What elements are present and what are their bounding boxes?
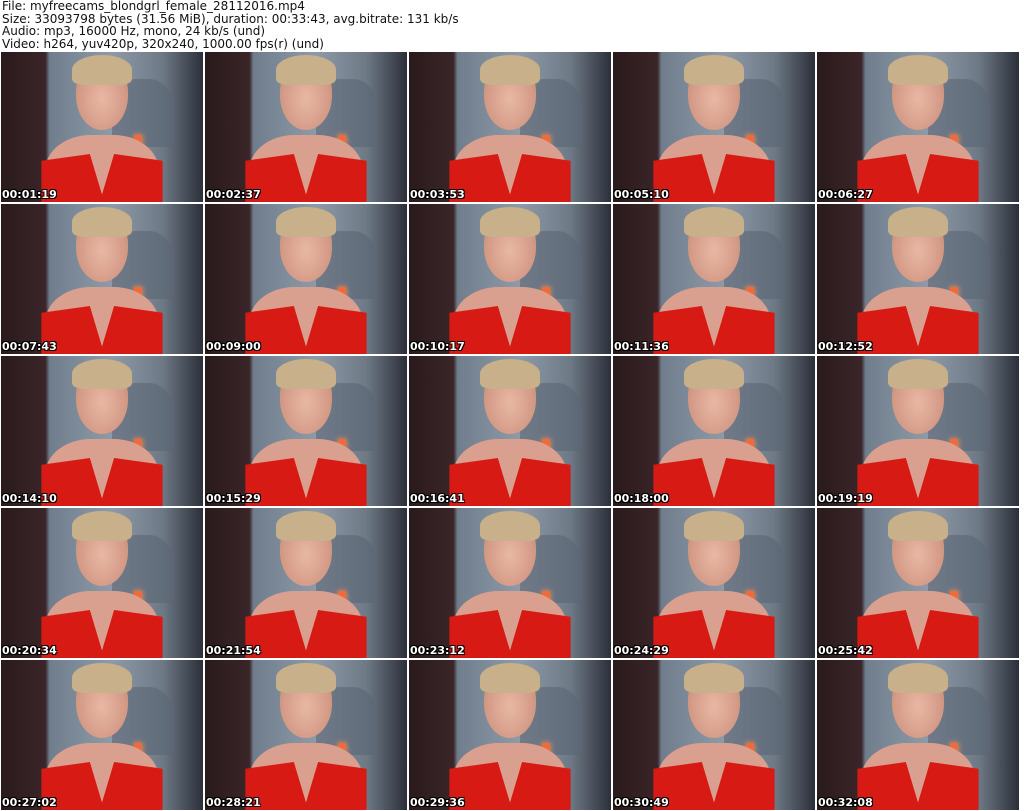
- frame-timestamp: 00:20:34: [2, 644, 57, 657]
- person-hair: [71, 663, 133, 693]
- person-hair: [275, 663, 337, 693]
- video-frame-thumbnail: 00:24:29: [613, 508, 815, 658]
- video-frame-thumbnail: 00:07:43: [1, 204, 203, 354]
- frame-timestamp: 00:30:49: [614, 796, 669, 809]
- frame-timestamp: 00:25:42: [818, 644, 873, 657]
- frame-timestamp: 00:28:21: [206, 796, 261, 809]
- frame-timestamp: 00:05:10: [614, 188, 669, 201]
- person-hair: [275, 55, 337, 85]
- frame-timestamp: 00:19:19: [818, 492, 873, 505]
- video-frame-thumbnail: 00:20:34: [1, 508, 203, 658]
- frame-timestamp: 00:27:02: [2, 796, 57, 809]
- audio-info: Audio: mp3, 16000 Hz, mono, 24 kb/s (und…: [2, 24, 266, 38]
- video-frame-thumbnail: 00:25:42: [817, 508, 1019, 658]
- video-frame-thumbnail: 00:09:00: [205, 204, 407, 354]
- video-frame-thumbnail: 00:11:36: [613, 204, 815, 354]
- frame-timestamp: 00:16:41: [410, 492, 465, 505]
- person-hair: [887, 55, 949, 85]
- person-hair: [479, 663, 541, 693]
- person-hair: [71, 359, 133, 389]
- frame-timestamp: 00:10:17: [410, 340, 465, 353]
- person-hair: [683, 359, 745, 389]
- video-frame-thumbnail: 00:23:12: [409, 508, 611, 658]
- video-frame-thumbnail: 00:19:19: [817, 356, 1019, 506]
- frame-timestamp: 00:15:29: [206, 492, 261, 505]
- person-hair: [683, 55, 745, 85]
- person-hair: [275, 207, 337, 237]
- video-frame-thumbnail: 00:16:41: [409, 356, 611, 506]
- video-frame-thumbnail: 00:06:27: [817, 52, 1019, 202]
- video-frame-thumbnail: 00:15:29: [205, 356, 407, 506]
- frame-timestamp: 00:23:12: [410, 644, 465, 657]
- frame-timestamp: 00:18:00: [614, 492, 669, 505]
- file-name: File: myfreecams_blondgrl_female_2811201…: [2, 0, 305, 13]
- frame-timestamp: 00:09:00: [206, 340, 261, 353]
- video-frame-thumbnail: 00:18:00: [613, 356, 815, 506]
- frame-timestamp: 00:11:36: [614, 340, 669, 353]
- person-hair: [479, 207, 541, 237]
- frame-timestamp: 00:32:08: [818, 796, 873, 809]
- person-hair: [887, 207, 949, 237]
- video-frame-thumbnail: 00:02:37: [205, 52, 407, 202]
- thumbnail-grid: 00:01:19 00:02:37 00:03:53 00:05:10 00:06:27…: [1, 52, 1019, 810]
- frame-timestamp: 00:01:19: [2, 188, 57, 201]
- person-hair: [71, 55, 133, 85]
- frame-timestamp: 00:02:37: [206, 188, 261, 201]
- person-hair: [887, 511, 949, 541]
- frame-timestamp: 00:14:10: [2, 492, 57, 505]
- person-hair: [71, 511, 133, 541]
- video-frame-thumbnail: 00:01:19: [1, 52, 203, 202]
- frame-timestamp: 00:12:52: [818, 340, 873, 353]
- video-frame-thumbnail: 00:03:53: [409, 52, 611, 202]
- file-info-header: File: myfreecams_blondgrl_female_2811201…: [2, 0, 459, 50]
- person-hair: [683, 663, 745, 693]
- person-hair: [683, 511, 745, 541]
- person-hair: [887, 359, 949, 389]
- video-frame-thumbnail: 00:29:36: [409, 660, 611, 810]
- person-hair: [71, 207, 133, 237]
- video-info: Video: h264, yuv420p, 320x240, 1000.00 f…: [2, 36, 324, 51]
- video-frame-thumbnail: 00:30:49: [613, 660, 815, 810]
- person-hair: [479, 359, 541, 389]
- frame-timestamp: 00:29:36: [410, 796, 465, 809]
- frame-timestamp: 00:03:53: [410, 188, 465, 201]
- person-hair: [275, 511, 337, 541]
- person-hair: [479, 55, 541, 85]
- person-hair: [479, 511, 541, 541]
- video-frame-thumbnail: 00:14:10: [1, 356, 203, 506]
- person-hair: [275, 359, 337, 389]
- video-frame-thumbnail: 00:10:17: [409, 204, 611, 354]
- frame-timestamp: 00:24:29: [614, 644, 669, 657]
- video-frame-thumbnail: 00:12:52: [817, 204, 1019, 354]
- frame-timestamp: 00:07:43: [2, 340, 57, 353]
- video-frame-thumbnail: 00:32:08: [817, 660, 1019, 810]
- frame-timestamp: 00:21:54: [206, 644, 261, 657]
- video-frame-thumbnail: 00:28:21: [205, 660, 407, 810]
- video-frame-thumbnail: 00:27:02: [1, 660, 203, 810]
- person-hair: [683, 207, 745, 237]
- person-hair: [887, 663, 949, 693]
- video-frame-thumbnail: 00:05:10: [613, 52, 815, 202]
- frame-timestamp: 00:06:27: [818, 188, 873, 201]
- video-frame-thumbnail: 00:21:54: [205, 508, 407, 658]
